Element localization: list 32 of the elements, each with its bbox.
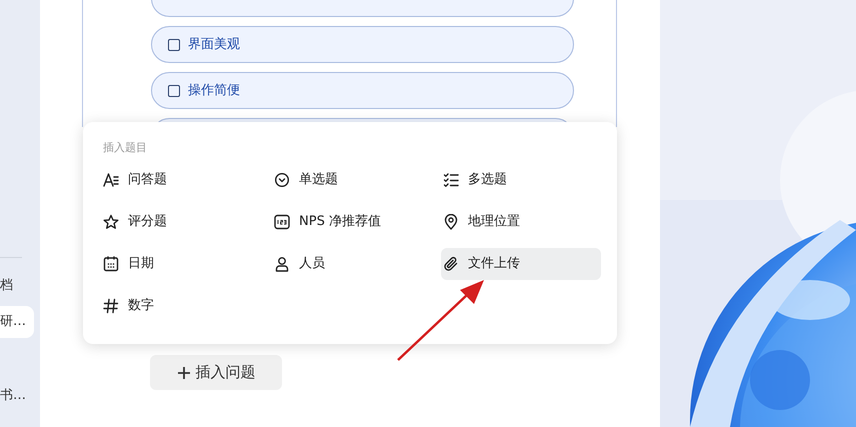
checklist-icon: [443, 172, 459, 188]
menu-item[interactable]: 文件上传: [441, 248, 601, 280]
insert-question-button[interactable]: 插入问题: [150, 355, 282, 390]
paperclip-icon: [443, 256, 459, 272]
menu-item[interactable]: 数字: [101, 290, 272, 322]
map-pin-icon: [443, 214, 459, 230]
option-pill[interactable]: 界面美观: [151, 26, 574, 63]
menu-item[interactable]: 评分题: [101, 206, 272, 238]
option-pill[interactable]: 操作简便: [151, 72, 574, 109]
sidebar-item[interactable]: 研…: [0, 306, 34, 338]
menu-item[interactable]: NPS 净推荐值: [272, 206, 441, 238]
option-label: 界面美观: [188, 36, 240, 54]
checkbox[interactable]: [168, 38, 180, 50]
sidebar-item[interactable]: 书…: [0, 380, 34, 412]
menu-item[interactable]: 多选题: [441, 164, 601, 196]
person-icon: [274, 256, 290, 272]
number-box-icon: [274, 214, 290, 230]
sidebar-item[interactable]: 档: [0, 270, 34, 302]
chevron-circle-icon: [274, 172, 290, 188]
checkbox[interactable]: [168, 84, 180, 96]
menu-title: 插入题目: [103, 140, 148, 156]
star-icon: [103, 214, 119, 230]
menu-item[interactable]: 日期: [101, 248, 272, 280]
text-format-icon: [103, 172, 119, 188]
option-label: 操作简便: [188, 82, 240, 100]
plus-icon: [176, 366, 190, 380]
menu-item[interactable]: 问答题: [101, 164, 272, 196]
menu-item[interactable]: 单选题: [272, 164, 441, 196]
menu-item[interactable]: 人员: [272, 248, 441, 280]
hash-icon: [103, 298, 119, 314]
menu-item[interactable]: 地理位置: [441, 206, 601, 238]
calendar-icon: [103, 256, 119, 272]
